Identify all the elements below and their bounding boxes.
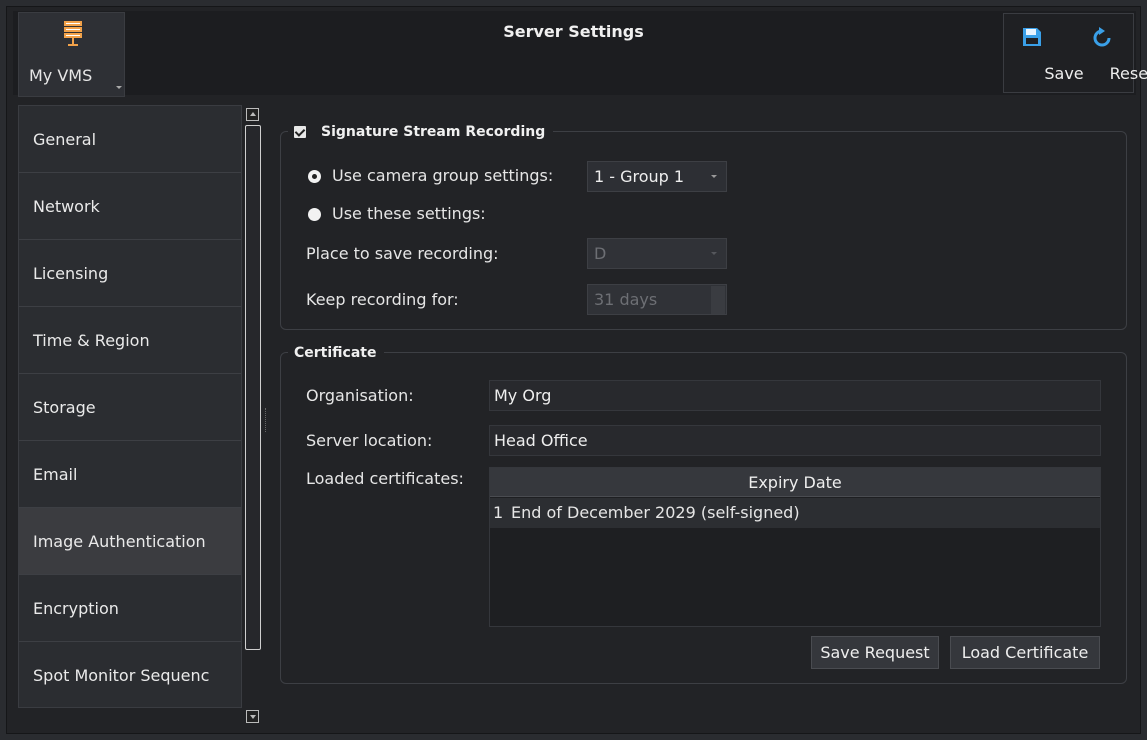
- sidebar-item-encryption[interactable]: Encryption: [19, 575, 241, 642]
- sidebar-item-licensing[interactable]: Licensing: [19, 240, 241, 307]
- splitter-handle[interactable]: [265, 408, 267, 432]
- save-request-button[interactable]: Save Request: [811, 636, 939, 669]
- use-these-settings-label: Use these settings:: [332, 204, 486, 223]
- organisation-label: Organisation:: [306, 386, 414, 405]
- load-certificate-button[interactable]: Load Certificate: [950, 636, 1100, 669]
- toolbar: Save Reset: [1003, 13, 1147, 94]
- use-these-settings-radio[interactable]: [308, 208, 321, 221]
- signature-stream-checkbox[interactable]: [294, 126, 306, 138]
- expiry-cell: End of December 2029 (self-signed): [511, 503, 800, 522]
- sidebar-item-spot-monitor[interactable]: Spot Monitor Sequenc: [19, 642, 241, 707]
- reset-button[interactable]: Reset: [1070, 14, 1147, 94]
- chevron-down-icon: [711, 252, 717, 255]
- sidebar-item-time-region[interactable]: Time & Region: [19, 307, 241, 374]
- sidebar-item-storage[interactable]: Storage: [19, 374, 241, 441]
- chevron-down-icon: [711, 175, 717, 178]
- keep-recording-value: 31 days: [594, 290, 658, 309]
- table-row[interactable]: 1 End of December 2029 (self-signed): [490, 498, 1100, 528]
- signature-stream-header: Signature Stream Recording: [288, 122, 554, 142]
- scrollbar-thumb[interactable]: [245, 125, 261, 650]
- chevron-down-icon: [116, 86, 122, 91]
- save-button[interactable]: Save: [1004, 14, 1084, 94]
- sidebar-item-general[interactable]: General: [19, 106, 241, 173]
- keep-recording-label: Keep recording for:: [306, 290, 459, 309]
- spin-buttons[interactable]: [711, 286, 725, 314]
- refresh-icon: [1093, 27, 1111, 47]
- scroll-up-button[interactable]: [246, 108, 259, 121]
- use-group-settings-label: Use camera group settings:: [332, 166, 554, 185]
- place-to-save-label: Place to save recording:: [306, 244, 499, 263]
- server-location-field[interactable]: Head Office: [489, 425, 1101, 456]
- column-header-expiry[interactable]: Expiry Date: [490, 468, 1100, 497]
- scroll-down-button[interactable]: [246, 710, 259, 723]
- organisation-field[interactable]: My Org: [489, 380, 1101, 411]
- server-location-label: Server location:: [306, 431, 433, 450]
- certificates-table: Expiry Date 1 End of December 2029 (self…: [489, 467, 1101, 627]
- settings-sidebar: General Network Licensing Time & Region …: [18, 105, 242, 708]
- row-index: 1: [493, 503, 504, 522]
- keep-recording-spinbox[interactable]: 31 days: [587, 284, 727, 315]
- page-title: Server Settings: [503, 22, 644, 41]
- signature-stream-title: Signature Stream Recording: [321, 124, 546, 140]
- save-location-select[interactable]: D: [587, 238, 727, 269]
- save-location-value: D: [594, 244, 607, 263]
- sidebar-scrollbar[interactable]: [244, 105, 262, 727]
- camera-group-value: 1 - Group 1: [594, 167, 685, 186]
- reset-label: Reset: [1109, 64, 1147, 83]
- sidebar-item-email[interactable]: Email: [19, 441, 241, 508]
- app-name: My VMS: [29, 66, 93, 85]
- certificate-title: Certificate: [288, 343, 385, 363]
- use-group-settings-radio[interactable]: [308, 170, 321, 183]
- sidebar-item-network[interactable]: Network: [19, 173, 241, 240]
- floppy-disk-icon: [1023, 28, 1041, 46]
- camera-group-select[interactable]: 1 - Group 1: [587, 161, 727, 192]
- sidebar-item-image-authentication[interactable]: Image Authentication: [19, 508, 241, 575]
- loaded-certificates-label: Loaded certificates:: [306, 469, 464, 488]
